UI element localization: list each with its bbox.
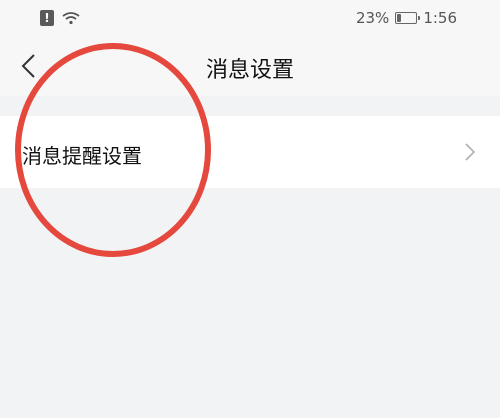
row-label: 消息提醒设置 <box>22 144 142 168</box>
page-title: 消息设置 <box>205 58 294 83</box>
wifi-icon <box>62 12 80 25</box>
battery-percent: 23% <box>355 9 390 27</box>
battery-fill <box>397 14 402 22</box>
status-bar: ! 23% 1:56 <box>0 0 500 36</box>
settings-list: 消息提醒设置 <box>0 116 500 188</box>
status-right: 23% 1:56 <box>356 9 457 27</box>
status-left-icons: ! <box>40 10 80 26</box>
chevron-right-icon <box>465 143 476 161</box>
clock-time: 1:56 <box>423 9 457 27</box>
battery-icon <box>395 12 421 24</box>
message-reminder-settings-row[interactable]: 消息提醒设置 <box>0 116 500 188</box>
nav-bar: 消息设置 <box>0 36 500 96</box>
alert-icon: ! <box>40 10 54 26</box>
